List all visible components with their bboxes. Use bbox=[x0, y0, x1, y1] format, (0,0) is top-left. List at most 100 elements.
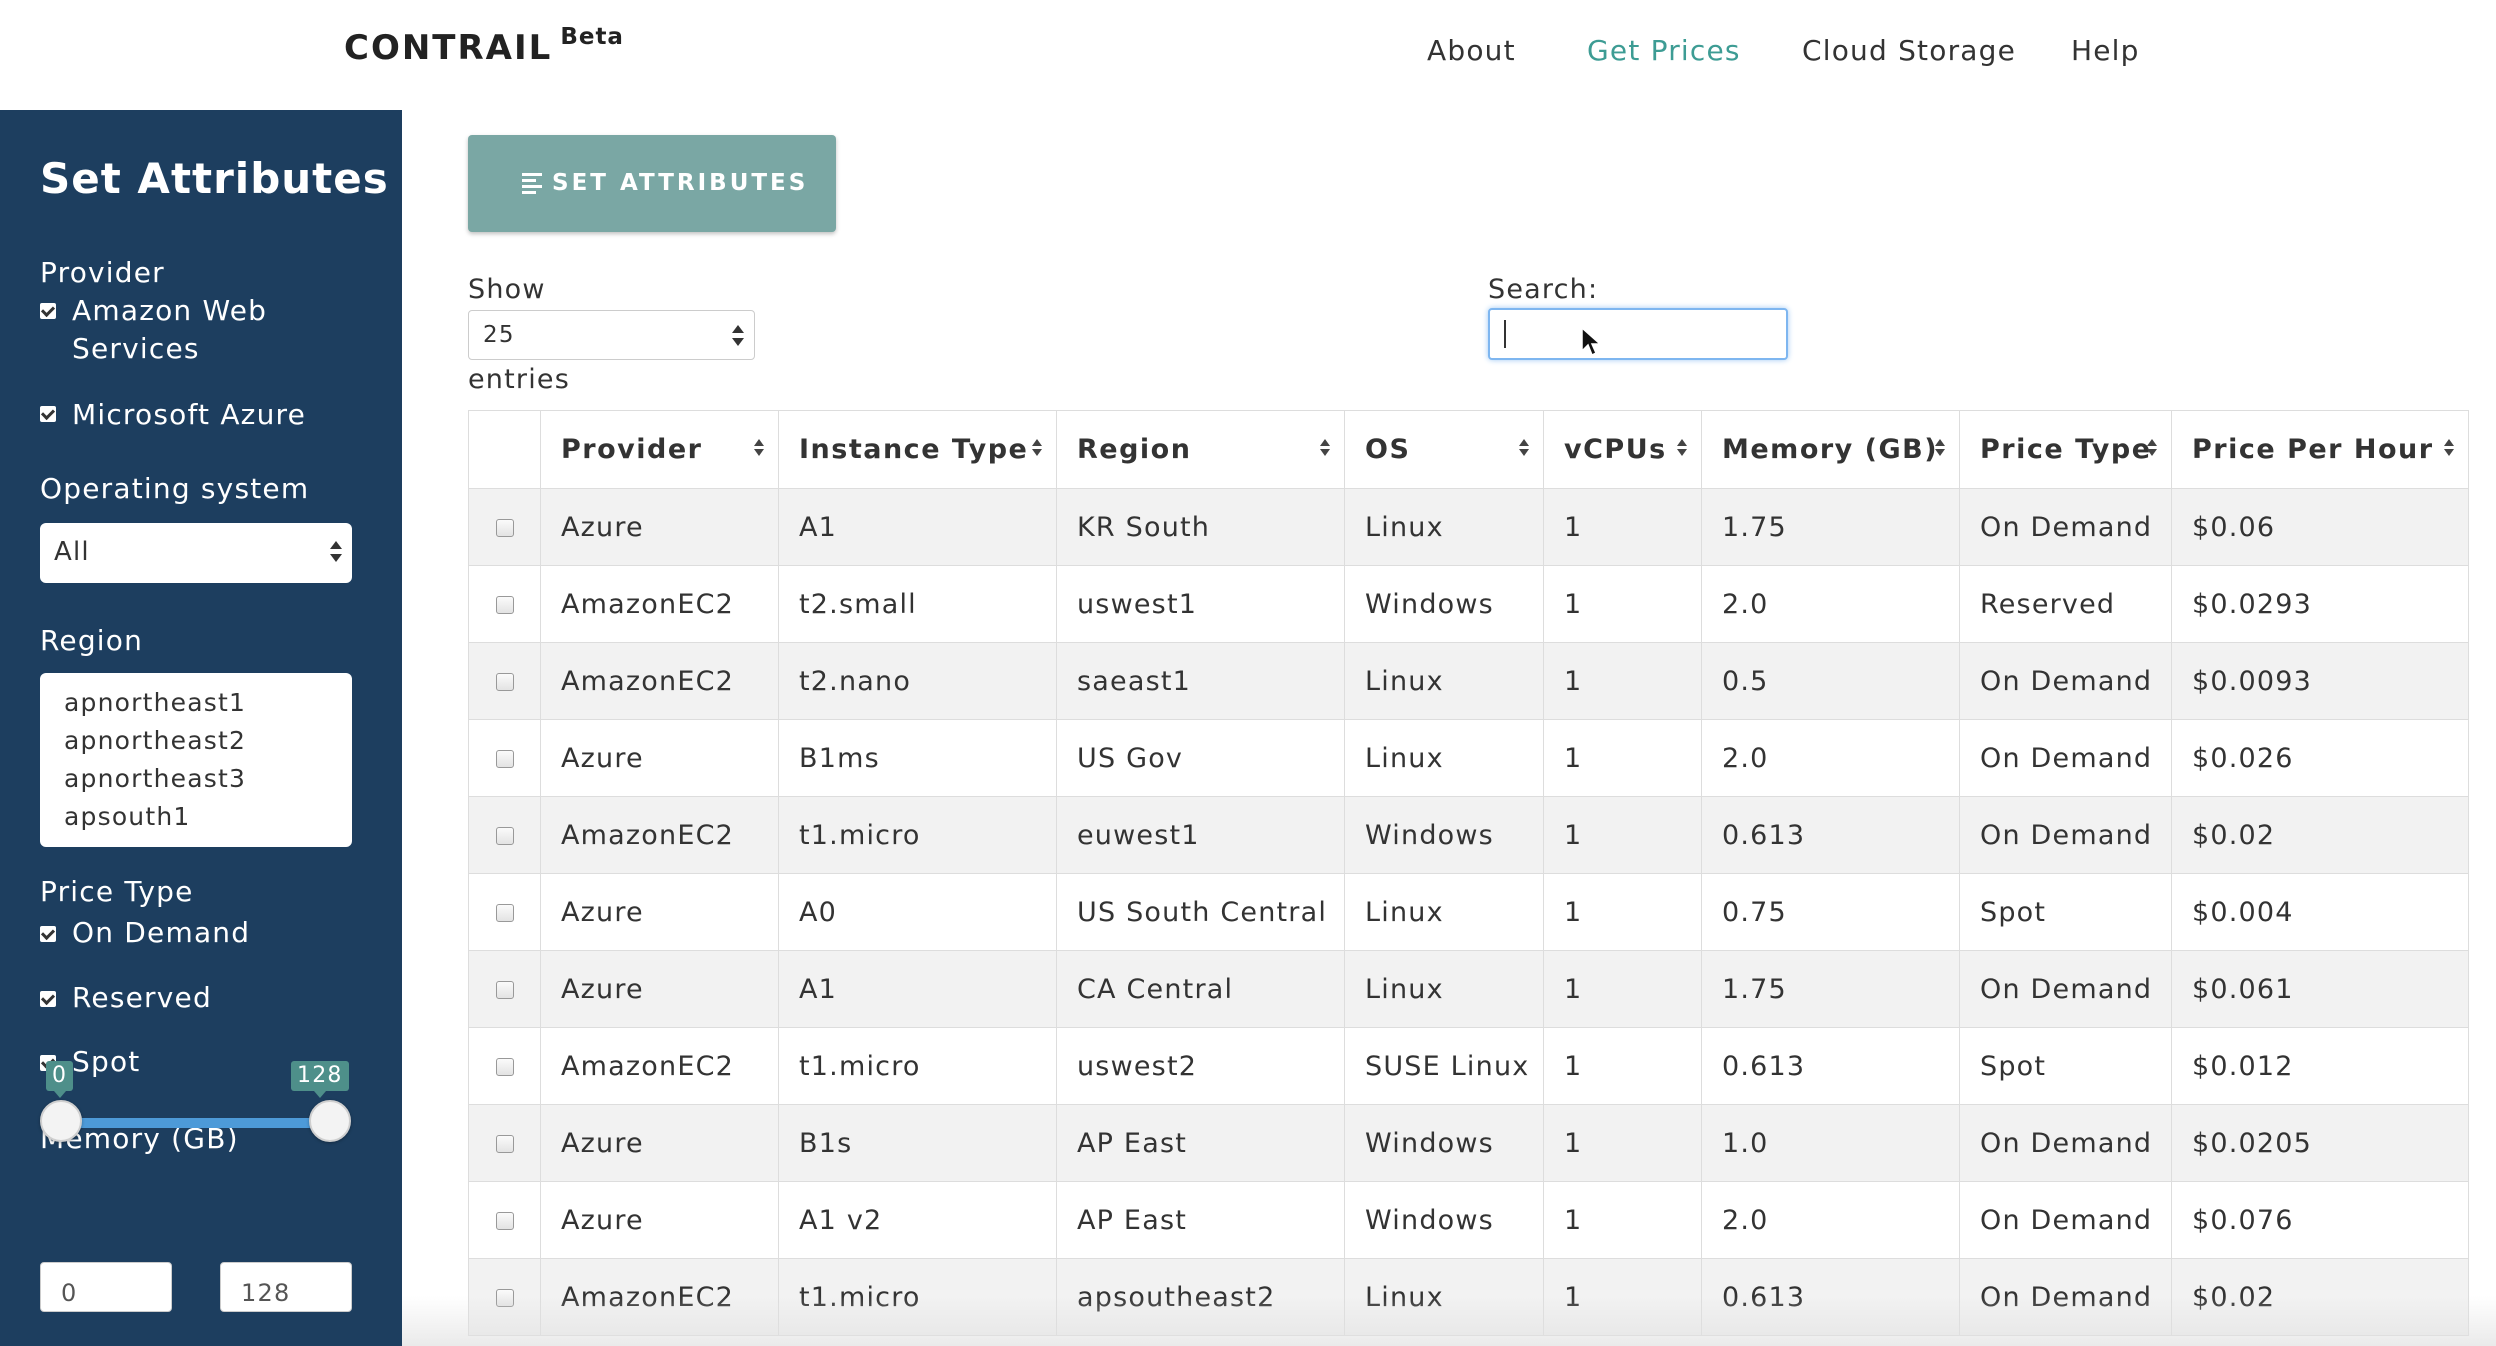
cell-memory: 1.75 bbox=[1701, 488, 1960, 566]
region-option[interactable]: apnortheast3 bbox=[64, 764, 246, 793]
memory-max-badge: 128 bbox=[291, 1061, 349, 1098]
cell-price-per-hour: $0.02 bbox=[2171, 1258, 2469, 1336]
memory-slider-track[interactable] bbox=[56, 1118, 332, 1128]
cell-region: KR South bbox=[1056, 488, 1345, 566]
os-select[interactable]: All bbox=[40, 523, 352, 583]
column-label: Provider bbox=[561, 434, 703, 465]
cell-provider: Azure bbox=[540, 1104, 779, 1182]
sort-icon bbox=[1935, 439, 1945, 459]
row-checkbox[interactable] bbox=[495, 750, 514, 768]
cell-price-per-hour: $0.06 bbox=[2171, 488, 2469, 566]
cell-price-type: On Demand bbox=[1959, 488, 2172, 566]
column-header-instance-type[interactable]: Instance Type bbox=[778, 410, 1057, 489]
provider-label: Provider bbox=[40, 256, 165, 289]
table-row[interactable]: AmazonEC2 t2.nano saeast1 Linux 1 0.5 On… bbox=[468, 642, 2469, 720]
nav-help[interactable]: Help bbox=[2071, 34, 2140, 67]
table-row[interactable]: Azure A1 v2 AP East Windows 1 2.0 On Dem… bbox=[468, 1181, 2469, 1259]
cell-vcpus: 1 bbox=[1543, 796, 1702, 874]
sidebar-title: Set Attributes bbox=[40, 154, 389, 203]
column-header-region[interactable]: Region bbox=[1056, 410, 1345, 489]
column-label: Price Per Hour bbox=[2192, 434, 2434, 465]
table-header-row: Provider Instance Type Region OS vCPUs M… bbox=[468, 410, 2469, 489]
region-option[interactable]: apsouth1 bbox=[64, 802, 191, 831]
table-row[interactable]: AmazonEC2 t1.micro apsoutheast2 Linux 1 … bbox=[468, 1258, 2469, 1336]
cell-provider: Azure bbox=[540, 873, 779, 951]
cell-instance-type: A1 bbox=[778, 950, 1057, 1028]
cell-vcpus: 1 bbox=[1543, 565, 1702, 643]
table-row[interactable]: AmazonEC2 t2.small uswest1 Windows 1 2.0… bbox=[468, 565, 2469, 643]
row-checkbox[interactable] bbox=[495, 904, 514, 922]
table-row[interactable]: Azure B1ms US Gov Linux 1 2.0 On Demand … bbox=[468, 719, 2469, 797]
memory-max-handle[interactable] bbox=[309, 1100, 351, 1142]
memory-min-input[interactable]: 0 bbox=[40, 1262, 172, 1312]
region-multiselect[interactable]: apnortheast1 apnortheast2 apnortheast3 a… bbox=[40, 673, 352, 847]
region-option[interactable]: apnortheast1 bbox=[64, 688, 246, 717]
memory-max-input[interactable]: 128 bbox=[220, 1262, 352, 1312]
row-checkbox[interactable] bbox=[495, 1135, 514, 1153]
row-checkbox[interactable] bbox=[495, 596, 514, 614]
nav-about[interactable]: About bbox=[1427, 34, 1516, 67]
column-header-memory[interactable]: Memory (GB) bbox=[1701, 410, 1960, 489]
price-ondemand-checkbox[interactable] bbox=[40, 926, 56, 942]
list-icon bbox=[522, 173, 542, 194]
column-header-vcpus[interactable]: vCPUs bbox=[1543, 410, 1702, 489]
cell-region: uswest1 bbox=[1056, 565, 1345, 643]
row-checkbox[interactable] bbox=[495, 981, 514, 999]
cell-price-type: On Demand bbox=[1959, 796, 2172, 874]
table-row[interactable]: AmazonEC2 t1.micro uswest2 SUSE Linux 1 … bbox=[468, 1027, 2469, 1105]
price-ondemand-label[interactable]: On Demand bbox=[72, 914, 250, 952]
row-checkbox[interactable] bbox=[495, 519, 514, 537]
table-row[interactable]: Azure B1s AP East Windows 1 1.0 On Deman… bbox=[468, 1104, 2469, 1182]
cell-os: Windows bbox=[1344, 565, 1544, 643]
row-select-cell bbox=[468, 565, 541, 643]
cell-instance-type: t2.small bbox=[778, 565, 1057, 643]
row-checkbox[interactable] bbox=[495, 1058, 514, 1076]
column-label: OS bbox=[1365, 434, 1411, 465]
cell-region: euwest1 bbox=[1056, 796, 1345, 874]
price-spot-label[interactable]: Spot bbox=[72, 1043, 140, 1081]
show-label: Show bbox=[468, 274, 546, 305]
price-reserved-checkbox[interactable] bbox=[40, 991, 56, 1007]
entries-per-page-select[interactable]: 25 bbox=[468, 310, 755, 360]
cell-os: Linux bbox=[1344, 950, 1544, 1028]
cell-provider: AmazonEC2 bbox=[540, 1258, 779, 1336]
provider-aws-label[interactable]: Amazon Web Services bbox=[72, 292, 332, 368]
search-input[interactable] bbox=[1488, 308, 1788, 360]
cell-memory: 2.0 bbox=[1701, 1181, 1960, 1259]
column-header-price-type[interactable]: Price Type bbox=[1959, 410, 2172, 489]
row-checkbox[interactable] bbox=[495, 1289, 514, 1307]
cell-price-type: On Demand bbox=[1959, 719, 2172, 797]
table-row[interactable]: Azure A1 KR South Linux 1 1.75 On Demand… bbox=[468, 488, 2469, 566]
cell-price-per-hour: $0.0205 bbox=[2171, 1104, 2469, 1182]
nav-cloud-storage[interactable]: Cloud Storage bbox=[1802, 34, 2016, 67]
region-option[interactable]: apnortheast2 bbox=[64, 726, 246, 755]
provider-azure-label[interactable]: Microsoft Azure bbox=[72, 396, 306, 434]
row-checkbox[interactable] bbox=[495, 827, 514, 845]
provider-aws-checkbox[interactable] bbox=[40, 303, 56, 319]
cell-os: Linux bbox=[1344, 719, 1544, 797]
cell-memory: 1.75 bbox=[1701, 950, 1960, 1028]
table-row[interactable]: Azure A0 US South Central Linux 1 0.75 S… bbox=[468, 873, 2469, 951]
cell-price-per-hour: $0.012 bbox=[2171, 1027, 2469, 1105]
table-row[interactable]: AmazonEC2 t1.micro euwest1 Windows 1 0.6… bbox=[468, 796, 2469, 874]
cell-price-per-hour: $0.026 bbox=[2171, 719, 2469, 797]
cell-os: Windows bbox=[1344, 796, 1544, 874]
nav-get-prices[interactable]: Get Prices bbox=[1587, 34, 1741, 67]
cell-region: US Gov bbox=[1056, 719, 1345, 797]
sort-icon bbox=[2147, 439, 2157, 459]
column-header-price-per-hour[interactable]: Price Per Hour bbox=[2171, 410, 2469, 489]
set-attributes-button[interactable]: SET ATTRIBUTES bbox=[468, 135, 836, 232]
row-checkbox[interactable] bbox=[495, 673, 514, 691]
memory-min-handle[interactable] bbox=[40, 1100, 82, 1142]
cell-os: Linux bbox=[1344, 488, 1544, 566]
brand-logo[interactable]: CONTRAIL Beta bbox=[344, 24, 624, 68]
entries-per-page-value: 25 bbox=[483, 322, 515, 348]
sort-icon bbox=[1032, 439, 1042, 459]
price-reserved-label[interactable]: Reserved bbox=[72, 979, 212, 1017]
column-header-os[interactable]: OS bbox=[1344, 410, 1544, 489]
provider-azure-checkbox[interactable] bbox=[40, 406, 56, 422]
column-header-provider[interactable]: Provider bbox=[540, 410, 779, 489]
brand-name: CONTRAIL bbox=[344, 28, 553, 68]
row-checkbox[interactable] bbox=[495, 1212, 514, 1230]
table-row[interactable]: Azure A1 CA Central Linux 1 1.75 On Dema… bbox=[468, 950, 2469, 1028]
